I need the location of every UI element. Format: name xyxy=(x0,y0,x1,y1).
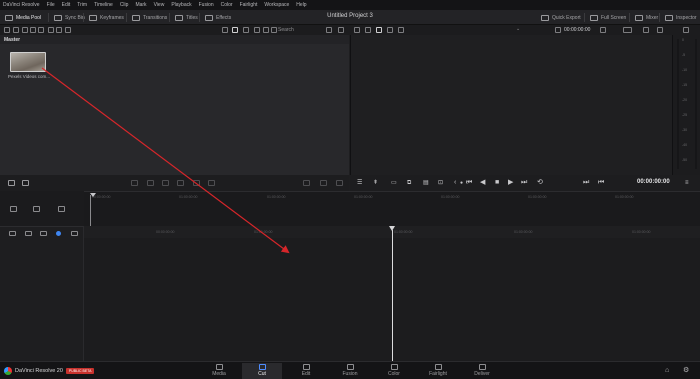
brand: DaVinci Resolve 20 PUBLIC BETA xyxy=(4,367,95,375)
page-tab-label: Edit xyxy=(301,371,311,377)
page-tab-fairlight[interactable]: Fairlight xyxy=(418,363,458,379)
page-tab-deliver[interactable]: Deliver xyxy=(462,363,502,379)
deliver-page-icon xyxy=(478,364,486,370)
page-tab-label: Cut xyxy=(258,371,266,377)
color-page-icon xyxy=(390,364,398,370)
page-tab-label: Color xyxy=(388,371,400,377)
page-tab-cut[interactable]: Cut xyxy=(242,363,282,379)
page-tab-media[interactable]: Media xyxy=(199,363,239,379)
gear-icon[interactable]: ⚙ xyxy=(683,366,689,374)
page-tab-label: Media xyxy=(212,371,226,377)
page-tab-label: Deliver xyxy=(474,371,490,377)
fusion-page-icon xyxy=(346,364,354,370)
davinci-logo-icon xyxy=(4,367,12,375)
annotation-arrow xyxy=(41,67,290,254)
fairlight-page-icon xyxy=(434,364,442,370)
page-tab-label: Fairlight xyxy=(429,371,447,377)
page-navigation-bar: DaVinci Resolve 20 PUBLIC BETA Media Cut… xyxy=(0,361,700,379)
media-page-icon xyxy=(215,364,223,370)
edit-page-icon xyxy=(302,364,310,370)
cut-page-icon xyxy=(258,364,266,370)
page-tab-edit[interactable]: Edit xyxy=(286,363,326,379)
beta-badge: PUBLIC BETA xyxy=(65,368,95,374)
page-tab-fusion[interactable]: Fusion xyxy=(330,363,370,379)
brand-name: DaVinci Resolve 20 xyxy=(15,368,63,374)
home-icon[interactable]: ⌂ xyxy=(665,367,669,374)
page-tab-label: Fusion xyxy=(342,371,358,377)
page-tab-color[interactable]: Color xyxy=(374,363,414,379)
